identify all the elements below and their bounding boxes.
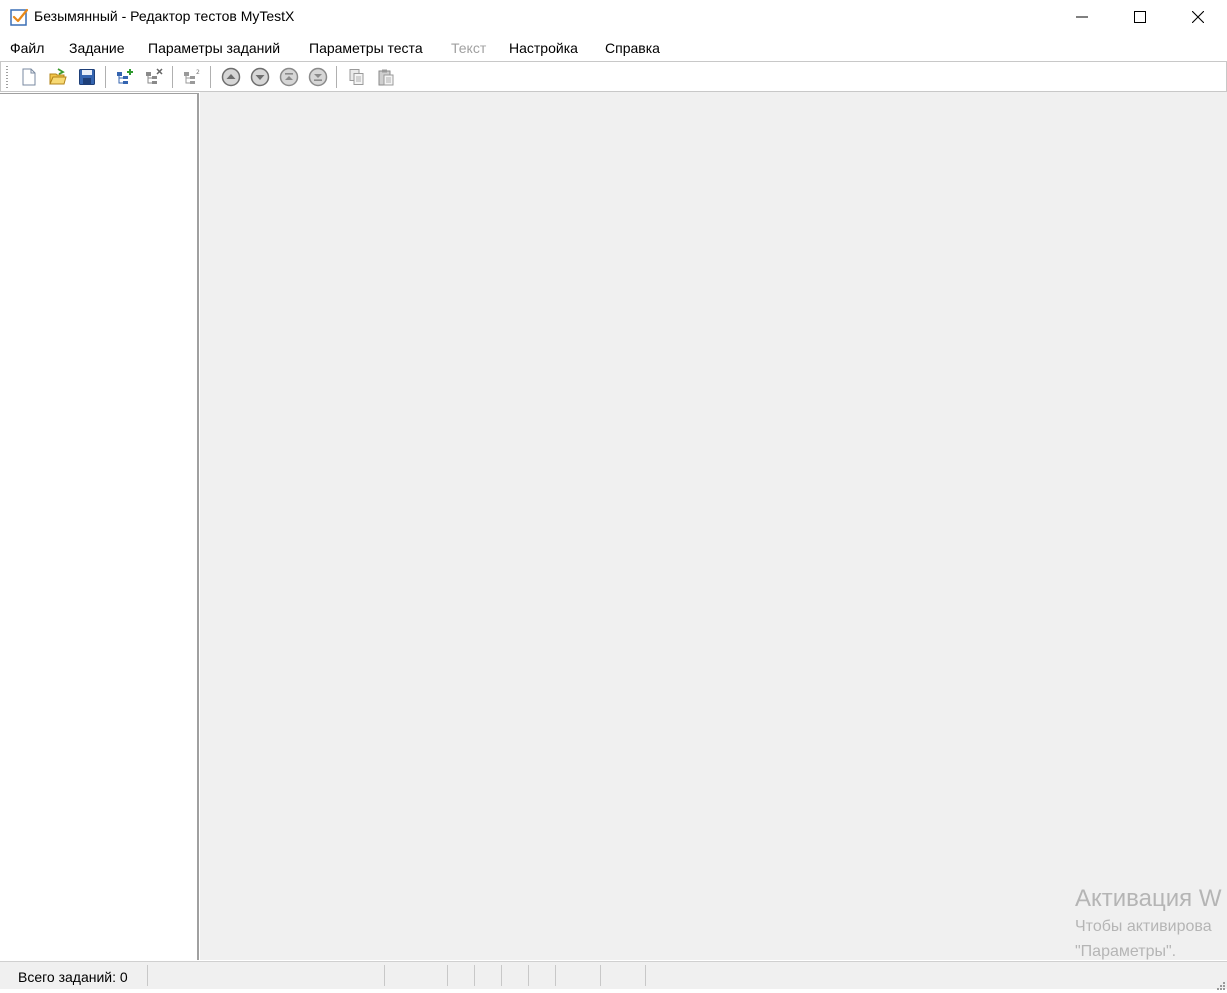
add-task-icon[interactable]	[114, 66, 136, 88]
status-panel	[601, 965, 646, 986]
resize-grip-icon[interactable]	[1215, 977, 1225, 990]
status-panel	[475, 965, 502, 986]
move-up-icon[interactable]	[220, 66, 242, 88]
minimize-button[interactable]	[1053, 0, 1111, 34]
toolbar-separator	[172, 66, 173, 88]
paste-icon[interactable]	[375, 66, 397, 88]
menu-task-parameters[interactable]: Параметры заданий	[148, 40, 280, 56]
delete-task-icon[interactable]	[143, 66, 165, 88]
status-panel	[448, 965, 475, 986]
renumber-tasks-icon[interactable]: 2	[181, 66, 203, 88]
maximize-icon	[1134, 11, 1146, 23]
menu-file[interactable]: Файл	[10, 40, 44, 56]
toolbar-separator	[105, 66, 106, 88]
move-bottom-icon[interactable]	[307, 66, 329, 88]
close-icon	[1192, 11, 1204, 23]
move-top-icon[interactable]	[278, 66, 300, 88]
open-folder-icon[interactable]	[47, 66, 69, 88]
toolbar: 2	[0, 61, 1227, 92]
close-button[interactable]	[1169, 0, 1227, 34]
toolbar-grip[interactable]	[6, 66, 8, 88]
minimize-icon	[1076, 16, 1088, 18]
menu-test-parameters[interactable]: Параметры теста	[309, 40, 423, 56]
activation-watermark-title: Активация W	[1075, 885, 1222, 912]
status-bar: Всего заданий: 0	[0, 961, 1227, 990]
activation-watermark-line: Чтобы активирова	[1075, 918, 1212, 935]
move-down-icon[interactable]	[249, 66, 271, 88]
toolbar-separator	[336, 66, 337, 88]
status-panel	[556, 965, 601, 986]
task-tree-panel[interactable]	[0, 93, 199, 960]
menu-help[interactable]: Справка	[605, 40, 660, 56]
activation-watermark-line: "Параметры".	[1075, 943, 1177, 960]
status-panel	[385, 965, 448, 986]
status-panel	[148, 965, 385, 986]
menu-task[interactable]: Задание	[69, 40, 125, 56]
menu-settings[interactable]: Настройка	[509, 40, 578, 56]
status-panel	[529, 965, 556, 986]
status-panel	[502, 965, 529, 986]
task-editor-area	[200, 92, 1227, 960]
status-panel	[0, 965, 148, 986]
toolbar-separator	[210, 66, 211, 88]
save-disk-icon[interactable]	[76, 66, 98, 88]
menu-bar: Файл Задание Параметры заданий Параметры…	[0, 36, 1227, 60]
app-checkbox-icon	[10, 8, 29, 26]
window-title: Безымянный - Редактор тестов MyTestX	[34, 8, 295, 24]
copy-icon[interactable]	[346, 66, 368, 88]
title-bar: Безымянный - Редактор тестов MyTestX	[0, 0, 1227, 34]
maximize-button[interactable]	[1111, 0, 1169, 34]
menu-text[interactable]: Текст	[451, 40, 486, 56]
new-document-icon[interactable]	[18, 66, 40, 88]
svg-text:2: 2	[196, 69, 200, 76]
